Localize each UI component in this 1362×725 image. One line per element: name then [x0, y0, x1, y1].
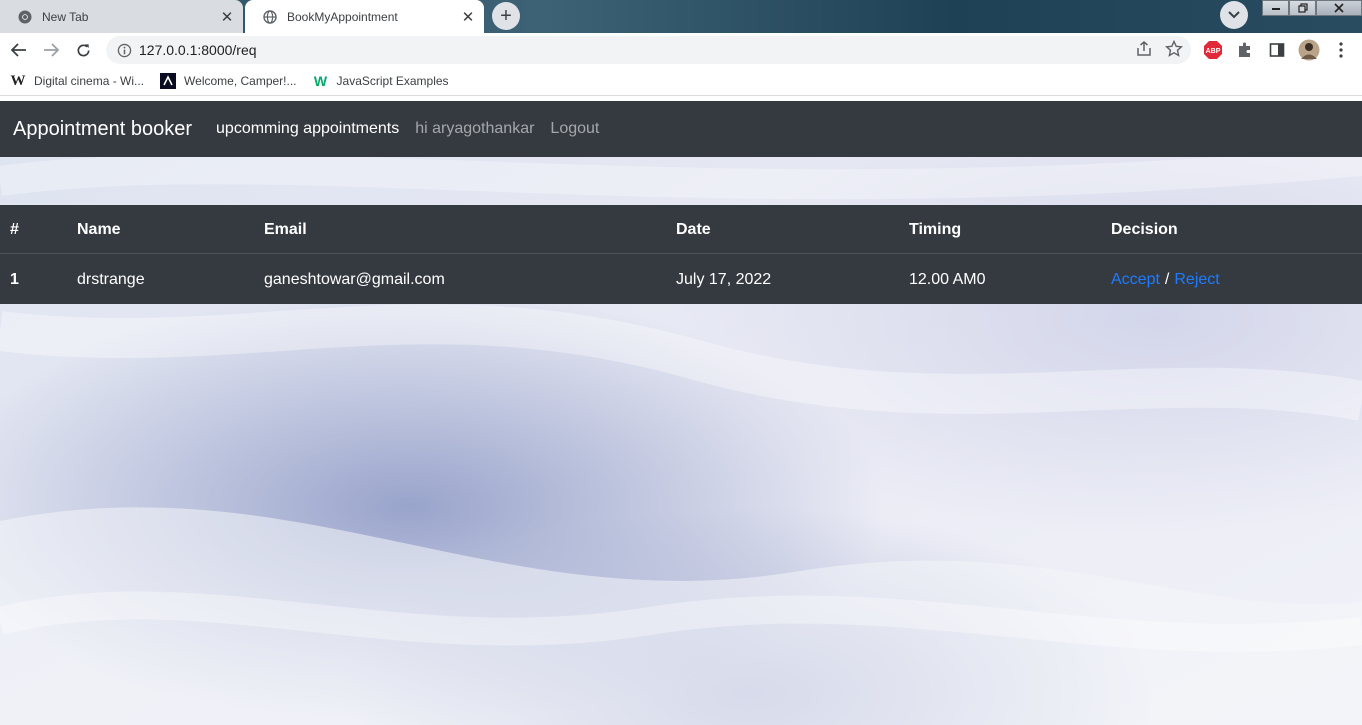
extension-area: ABP — [1202, 38, 1352, 62]
column-header-email: Email — [264, 220, 307, 238]
freecodecamp-icon — [160, 73, 177, 89]
column-header-timing: Timing — [909, 220, 962, 238]
url-text: 127.0.0.1:8000/req — [139, 42, 257, 58]
column-header-decision: Decision — [1111, 220, 1178, 238]
row-date: July 17, 2022 — [676, 270, 772, 288]
address-bar[interactable]: 127.0.0.1:8000/req — [106, 36, 1191, 64]
reject-link[interactable]: Reject — [1174, 271, 1219, 289]
side-panel-icon[interactable] — [1266, 38, 1288, 62]
table-row: 1 drstrange ganeshtowar@gmail.com July 1… — [0, 255, 1362, 304]
bookmark-label: Digital cinema - Wi... — [34, 74, 145, 88]
row-index: 1 — [10, 270, 19, 288]
appointments-table: # Name Email Date Timing Decision 1 drst… — [0, 205, 1362, 304]
forward-arrow-icon — [44, 43, 59, 57]
tab-bookmyappointment[interactable]: BookMyAppointment ✕ — [245, 0, 484, 33]
tab-new-tab[interactable]: New Tab ✕ — [0, 0, 243, 33]
navbar-brand[interactable]: Appointment booker — [13, 118, 192, 141]
site-info-icon[interactable] — [115, 41, 133, 59]
browser-tab-strip: New Tab ✕ BookMyAppointment ✕ + — [0, 0, 1362, 33]
bookmark-star-icon[interactable] — [1165, 40, 1183, 58]
nav-link-user-greeting[interactable]: hi aryagothankar — [415, 120, 534, 138]
close-window-button[interactable] — [1316, 0, 1362, 16]
close-tab-icon[interactable]: ✕ — [456, 5, 480, 29]
w3schools-icon: W — [313, 73, 328, 89]
restore-icon — [1297, 3, 1308, 13]
accept-link[interactable]: Accept — [1111, 271, 1160, 289]
plus-icon: + — [500, 4, 512, 27]
bookmark-javascript-examples[interactable]: W JavaScript Examples — [313, 73, 449, 89]
table-header-row: # Name Email Date Timing Decision — [0, 205, 1362, 254]
decision-separator: / — [1164, 270, 1170, 288]
minimize-button[interactable] — [1262, 0, 1289, 16]
close-tab-icon[interactable]: ✕ — [215, 5, 239, 29]
back-arrow-icon — [11, 43, 26, 57]
row-timing: 12.00 AM0 — [909, 270, 986, 288]
column-header-date: Date — [676, 220, 711, 238]
minimize-icon — [1271, 8, 1280, 10]
chrome-icon — [18, 10, 32, 24]
chevron-down-icon — [1228, 11, 1240, 19]
globe-icon — [263, 9, 277, 24]
wikipedia-icon: W — [10, 72, 26, 89]
wave-background — [0, 101, 1362, 725]
share-icon[interactable] — [1135, 40, 1153, 58]
bookmarks-bar: W Digital cinema - Wi... Welcome, Camper… — [0, 67, 1362, 96]
reload-icon — [77, 43, 89, 56]
app-navbar: Appointment booker upcomming appointment… — [0, 101, 1362, 157]
back-button[interactable] — [6, 38, 32, 62]
nav-link-upcoming-appointments[interactable]: upcomming appointments — [216, 120, 399, 138]
bookmark-digital-cinema[interactable]: W Digital cinema - Wi... — [10, 72, 145, 89]
profile-avatar[interactable] — [1298, 38, 1320, 62]
extensions-puzzle-icon[interactable] — [1234, 38, 1256, 62]
adblock-label: ABP — [1206, 48, 1221, 55]
omnibox-actions — [1135, 40, 1183, 58]
menu-kebab-icon[interactable] — [1330, 38, 1352, 62]
row-email: ganeshtowar@gmail.com — [264, 270, 445, 288]
restore-button[interactable] — [1289, 0, 1316, 16]
row-decision: Accept / Reject — [1111, 255, 1220, 304]
tab-title: BookMyAppointment — [287, 9, 398, 24]
close-icon — [1334, 3, 1344, 13]
column-header-name: Name — [77, 220, 121, 238]
page-viewport: Appointment booker upcomming appointment… — [0, 101, 1362, 725]
column-header-index: # — [10, 220, 19, 238]
row-name: drstrange — [77, 270, 145, 288]
nav-link-logout[interactable]: Logout — [550, 120, 599, 138]
adblock-plus-icon[interactable]: ABP — [1202, 38, 1224, 62]
browser-toolbar: 127.0.0.1:8000/req ABP — [0, 33, 1362, 67]
new-tab-button[interactable]: + — [492, 2, 520, 30]
bookmark-label: JavaScript Examples — [336, 74, 449, 88]
tab-title: New Tab — [42, 9, 89, 24]
forward-button[interactable] — [38, 38, 64, 62]
bookmark-freecodecamp[interactable]: Welcome, Camper!... — [160, 73, 297, 89]
window-controls — [1262, 0, 1362, 16]
bookmark-label: Welcome, Camper!... — [184, 74, 297, 88]
tab-search-button[interactable] — [1220, 1, 1248, 29]
reload-button[interactable] — [70, 38, 96, 62]
